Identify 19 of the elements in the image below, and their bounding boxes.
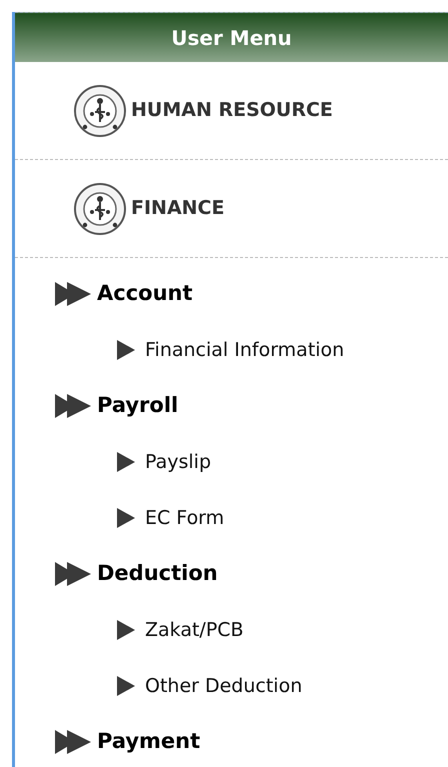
module-link[interactable]: FINANCE: [15, 160, 448, 258]
arrow-icon: [117, 452, 135, 472]
emblem-icon: [73, 84, 127, 138]
menu-link[interactable]: EC Form: [145, 504, 224, 532]
menu-link[interactable]: Zakat/PCB: [145, 616, 244, 644]
arrow-icon: [117, 676, 135, 696]
section-heading[interactable]: Payment: [97, 726, 200, 758]
module-link[interactable]: HUMAN RESOURCE: [15, 62, 448, 160]
section-heading[interactable]: Payroll: [97, 390, 178, 422]
menu-title: User Menu: [171, 24, 292, 52]
arrow-icon: [117, 508, 135, 528]
section-heading[interactable]: Account: [97, 278, 193, 310]
arrow-icon: [117, 340, 135, 360]
menu-link[interactable]: Other Deduction: [145, 672, 302, 700]
menu-link[interactable]: Financial Information: [145, 336, 344, 364]
section-heading[interactable]: Deduction: [97, 558, 218, 590]
arrow-icon: [117, 620, 135, 640]
emblem-icon: [73, 182, 127, 236]
menu-link[interactable]: Payslip: [145, 448, 212, 476]
